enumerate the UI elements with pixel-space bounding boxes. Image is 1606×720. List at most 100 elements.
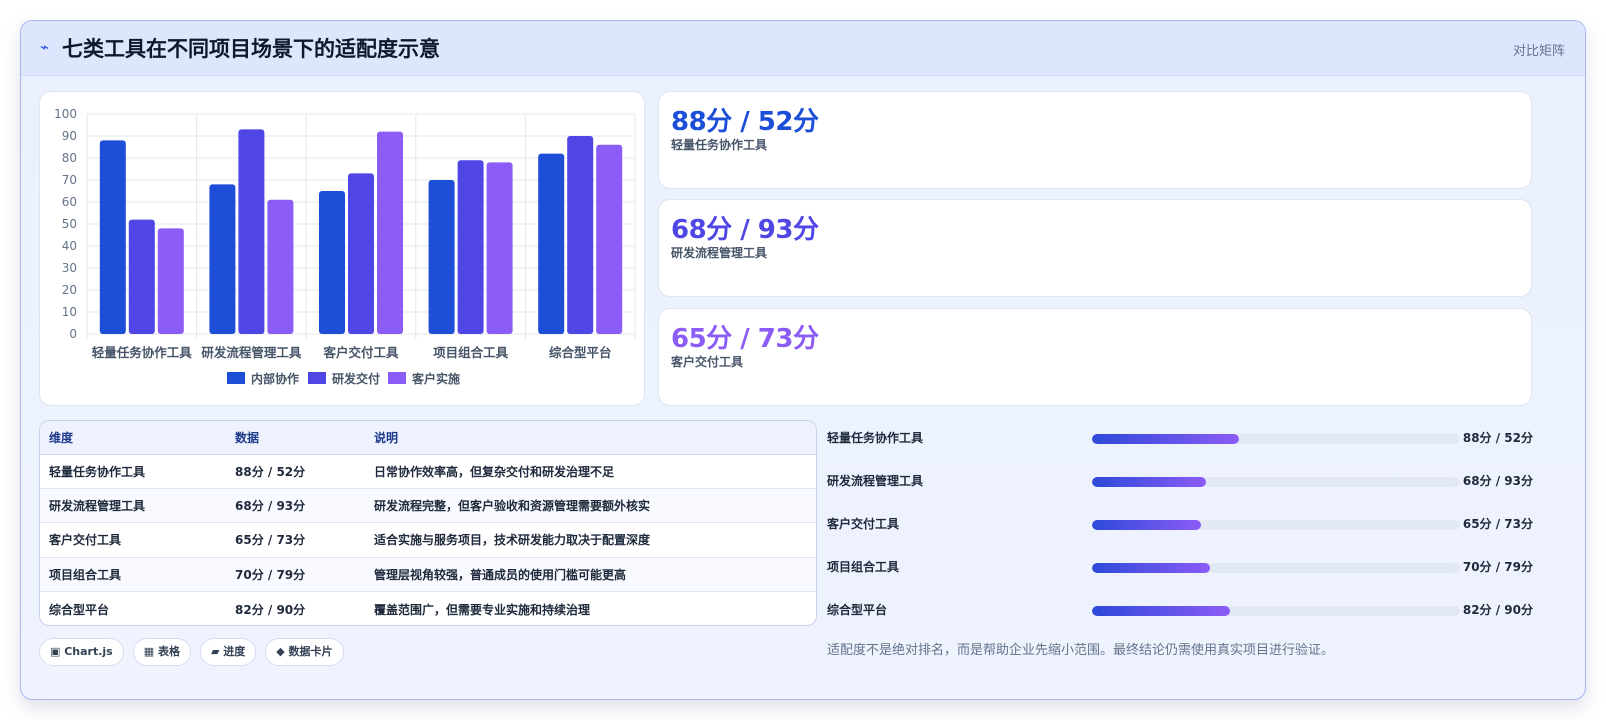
y-tick-label: 20 (62, 283, 77, 297)
table-cell: 70分 / 79分 (226, 557, 365, 593)
progress-row: 轻量任务协作工具 88分 / 52分 (827, 425, 1533, 468)
table-cell: 客户交付工具 (40, 522, 226, 558)
progress-row: 综合型平台 82分 / 90分 (827, 597, 1533, 640)
stat-label: 客户交付工具 (671, 355, 744, 369)
progress-track (1092, 606, 1460, 616)
progress-track (1092, 434, 1460, 444)
progress-label: 客户交付工具 (827, 517, 900, 531)
table-cell: 轻量任务协作工具 (40, 454, 226, 489)
bolt-icon: ⌁ (40, 38, 50, 56)
bar (567, 136, 594, 334)
y-tick-label: 70 (62, 173, 77, 187)
data-table: 维度 数据 说明 轻量任务协作工具 88分 / 52分 日常协作效率高，但复杂交… (39, 420, 817, 626)
legend-swatch (308, 372, 326, 384)
progress-list: 轻量任务协作工具 88分 / 52分 研发流程管理工具 68分 / 93分 客户… (827, 425, 1533, 640)
table-cell: 88分 / 52分 (226, 454, 365, 489)
legend-swatch (227, 372, 245, 384)
stat-card: 65分 / 73分 客户交付工具 (658, 308, 1532, 406)
progress-track (1092, 520, 1460, 530)
progress-row: 项目组合工具 70分 / 79分 (827, 554, 1533, 597)
y-tick-label: 80 (62, 151, 77, 165)
column-header: 维度 (40, 421, 226, 455)
y-tick-label: 50 (62, 217, 77, 231)
legend-label: 内部协作 (251, 371, 299, 386)
progress-label: 研发流程管理工具 (827, 474, 924, 488)
progress-value: 68分 / 93分 (1462, 474, 1533, 488)
bar (538, 153, 565, 334)
x-tick-label: 轻量任务协作工具 (92, 345, 193, 360)
table-cell: 65分 / 73分 (226, 522, 365, 558)
bar (99, 140, 126, 334)
progress-value: 70分 / 79分 (1462, 560, 1533, 574)
table-cell: 项目组合工具 (40, 557, 226, 593)
progress-label: 轻量任务协作工具 (827, 431, 924, 445)
header-tag: 对比矩阵 (1512, 44, 1565, 59)
legend-label: 研发交付 (332, 371, 380, 386)
stat-value: 65分 / 73分 (671, 324, 819, 354)
progress-value: 88分 / 52分 (1462, 431, 1533, 445)
legend-swatch (388, 372, 406, 384)
x-tick-label: 客户交付工具 (322, 345, 399, 360)
matrix-card: ⌁ 七类工具在不同项目场景下的适配度示意 对比矩阵 0 10 20 30 40 50 60 7… (20, 20, 1586, 700)
y-tick-label: 60 (62, 195, 77, 209)
bar (238, 129, 265, 334)
feature-chips: ▣ Chart.js ▦ 表格 ▰ 进度 ◆ 数据卡片 (39, 638, 344, 666)
table-cell: 68分 / 93分 (226, 488, 365, 524)
progress-row: 客户交付工具 65分 / 73分 (827, 511, 1533, 554)
y-tick-label: 30 (62, 261, 77, 275)
progress-value: 65分 / 73分 (1462, 517, 1533, 531)
table-cell: 管理层视角较强，普通成员的使用门槛可能更高 (365, 557, 816, 593)
table-row: 轻量任务协作工具 88分 / 52分 日常协作效率高，但复杂交付和研发治理不足 (40, 454, 816, 489)
bar (457, 160, 484, 334)
stat-label: 轻量任务协作工具 (671, 138, 768, 152)
progress-fill (1092, 606, 1230, 616)
table-row: 研发流程管理工具 68分 / 93分 研发流程完整，但客户验收和资源管理需要额外… (40, 488, 816, 524)
x-tick-label: 研发流程管理工具 (201, 345, 302, 360)
stat-card: 88分 / 52分 轻量任务协作工具 (658, 91, 1532, 189)
table-cell: 研发流程完整，但客户验收和资源管理需要额外核实 (365, 488, 816, 524)
stat-value: 88分 / 52分 (671, 107, 819, 137)
chip-data-card[interactable]: ◆ 数据卡片 (265, 638, 344, 666)
table-cell: 覆盖范围广，但需要专业实施和持续治理 (374, 602, 591, 617)
x-tick-label: 综合型平台 (549, 345, 612, 360)
progress-fill (1092, 520, 1201, 530)
table-row: 客户交付工具 65分 / 73分 适合实施与服务项目，技术研发能力取决于配置深度 (40, 522, 816, 558)
legend-label: 客户实施 (411, 371, 460, 386)
progress-fill (1092, 477, 1207, 487)
card-header: ⌁ 七类工具在不同项目场景下的适配度示意 对比矩阵 (21, 21, 1585, 76)
progress-value: 82分 / 90分 (1462, 603, 1533, 617)
stat-card: 68分 / 93分 研发流程管理工具 (658, 199, 1532, 297)
page-title: 七类工具在不同项目场景下的适配度示意 (62, 37, 440, 61)
bar (428, 180, 455, 334)
footnote: 适配度不是绝对排名，而是帮助企业先缩小范围。最终结论仍需使用真实项目进行验证。 (827, 643, 1335, 658)
bar (267, 199, 294, 334)
table-row: 综合型平台 82分 / 90分 覆盖范围广，但需要专业实施和持续治理 (40, 592, 816, 625)
bar (319, 191, 345, 334)
bar (128, 219, 155, 334)
progress-track (1092, 563, 1460, 573)
progress-row: 研发流程管理工具 68分 / 93分 (827, 468, 1533, 511)
progress-fill (1092, 563, 1210, 573)
column-header: 数据 (226, 421, 365, 455)
table-cell: 82分 / 90分 (235, 602, 306, 617)
table-row: 项目组合工具 70分 / 79分 管理层视角较强，普通成员的使用门槛可能更高 (40, 557, 816, 593)
progress-label: 项目组合工具 (827, 560, 900, 574)
bar (486, 162, 513, 334)
bar (157, 228, 184, 334)
x-tick-label: 项目组合工具 (433, 345, 509, 360)
chip-table[interactable]: ▦ 表格 (132, 638, 191, 666)
y-tick-label: 40 (62, 239, 77, 253)
bar (596, 144, 623, 334)
stat-value: 68分 / 93分 (671, 215, 819, 245)
chip-chartjs[interactable]: ▣ Chart.js (39, 638, 124, 666)
chip-progress[interactable]: ▰ 进度 (199, 638, 257, 666)
bar-chart-panel: 0 10 20 30 40 50 60 70 80 90 100 轻量任务协作工具 研发流程管理工具 客户… (39, 91, 645, 406)
y-tick-label: 10 (62, 305, 77, 319)
progress-track (1092, 477, 1460, 487)
y-tick-label: 90 (62, 129, 77, 143)
table-cell: 日常协作效率高，但复杂交付和研发治理不足 (365, 454, 816, 489)
progress-label: 综合型平台 (827, 603, 888, 617)
stat-label: 研发流程管理工具 (671, 246, 768, 260)
y-tick-label: 0 (69, 327, 77, 341)
bar (209, 184, 236, 334)
